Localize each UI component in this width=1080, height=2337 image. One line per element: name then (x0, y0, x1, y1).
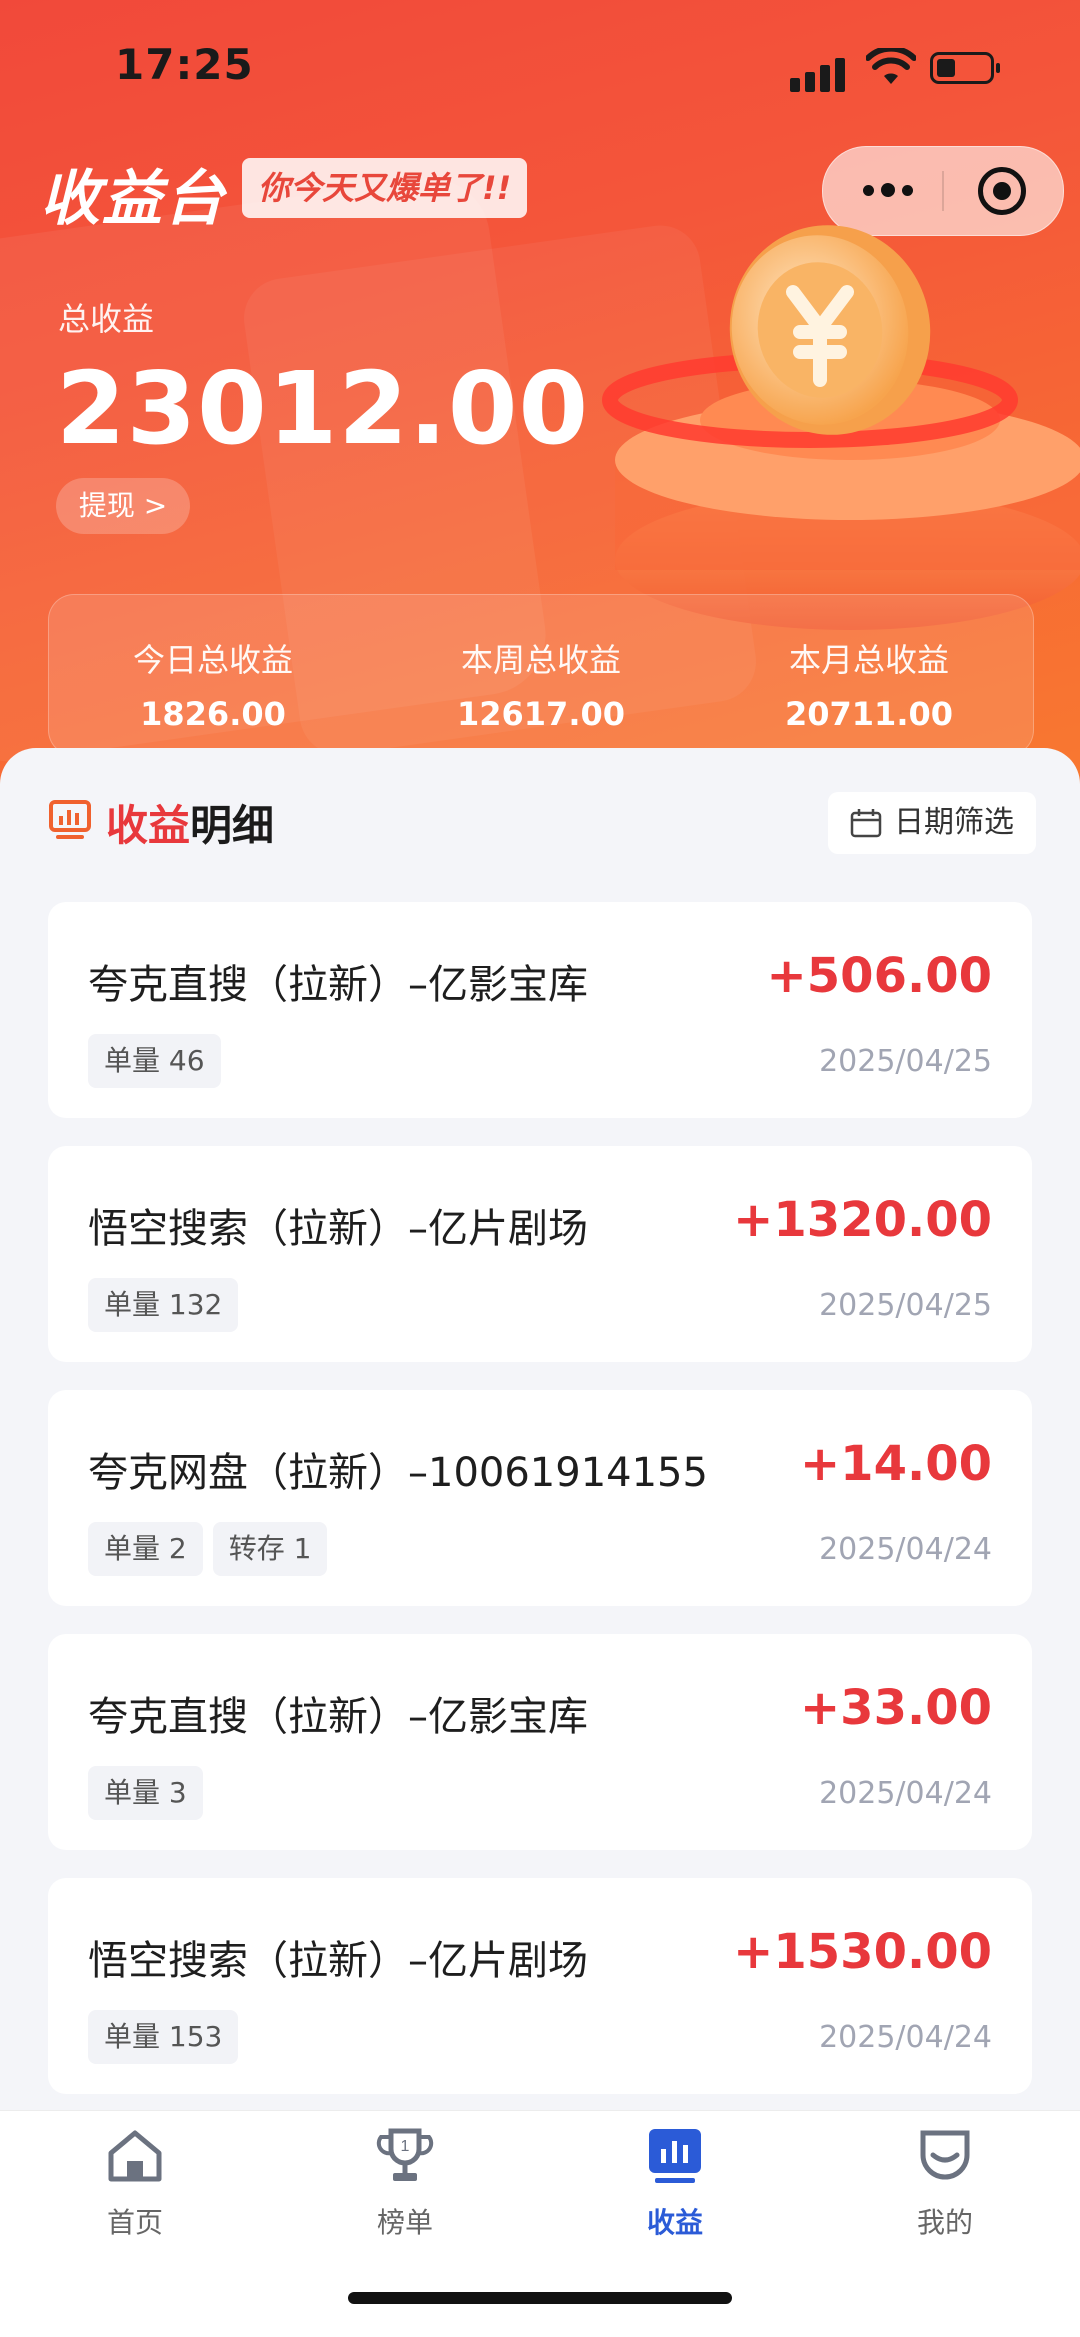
status-bar: 17:25 (0, 0, 1080, 140)
trophy-icon: 1 (376, 2128, 434, 2181)
item-date: 2025/04/24 (819, 1532, 992, 1567)
status-time: 17:25 (115, 40, 254, 89)
tab-label: 榜单 (376, 2206, 433, 2239)
item-date: 2025/04/25 (819, 1288, 992, 1323)
tab-label: 收益 (646, 2206, 703, 2239)
item-tags: 单量 3 (88, 1766, 213, 1820)
item-title: 悟空搜索（拉新）–亿片剧场 (88, 1938, 588, 1984)
wifi-icon (866, 48, 916, 84)
monitor-chart-icon (49, 800, 91, 839)
date-filter-label: 日期筛选 (894, 805, 1014, 840)
item-amount: +1320.00 (733, 1192, 992, 1248)
capsule-divider (942, 171, 944, 211)
close-target-icon[interactable] (978, 167, 1026, 215)
item-title: 悟空搜索（拉新）–亿片剧场 (88, 1206, 588, 1252)
item-tags: 单量 153 (88, 2010, 248, 2064)
item-date: 2025/04/24 (819, 1776, 992, 1811)
tab-earnings[interactable]: 收益 (540, 2123, 810, 2241)
tab-label: 我的 (916, 2206, 973, 2239)
details-title-highlight: 收益 (106, 801, 191, 850)
earnings-list-item[interactable]: 夸克直搜（拉新）–亿影宝库 +506.00 单量 46 2025/04/25 (48, 902, 1032, 1118)
item-date: 2025/04/25 (819, 1044, 992, 1079)
item-amount: +506.00 (766, 948, 992, 1004)
earnings-page: 17:25 收益台 你今天又爆单了!! 总收益 23012.00 提现 > 今日… (0, 0, 1080, 2337)
summary-today: 今日总收益 1826.00 (49, 635, 377, 733)
profile-smile-icon (920, 2130, 970, 2180)
battery-icon (930, 52, 1000, 84)
svg-text:1: 1 (401, 2138, 410, 2155)
total-earnings-label: 总收益 (58, 300, 155, 338)
summary-month: 本月总收益 20711.00 (705, 635, 1033, 733)
earnings-list: 夸克直搜（拉新）–亿影宝库 +506.00 单量 46 2025/04/25 悟空搜索（… (48, 902, 1032, 2122)
details-title: 收益明细 (106, 792, 274, 853)
summary-value: 1826.00 (140, 695, 286, 733)
brand-text: 收益台 (40, 164, 226, 234)
item-date: 2025/04/24 (819, 2020, 992, 2055)
item-tag: 单量 46 (88, 1034, 221, 1088)
item-tag: 单量 153 (88, 2010, 239, 2064)
item-tag: 转存 1 (212, 1522, 328, 1576)
tab-label: 首页 (106, 2206, 163, 2239)
tab-home[interactable]: 首页 (0, 2123, 270, 2241)
item-tag: 单量 132 (88, 1278, 239, 1332)
item-tags: 单量 46 (88, 1034, 231, 1088)
summary-label: 今日总收益 (132, 641, 293, 679)
item-amount: +33.00 (799, 1680, 992, 1736)
item-amount: +1530.00 (733, 1924, 992, 1980)
home-icon (108, 2130, 162, 2182)
summary-label: 本周总收益 (460, 641, 621, 679)
more-dots-icon[interactable] (859, 175, 919, 205)
total-earnings-amount: 23012.00 (56, 350, 590, 467)
item-tags: 单量 2 转存 1 (88, 1522, 337, 1576)
item-title: 夸克直搜（拉新）–亿影宝库 (88, 962, 588, 1008)
brand-title: 收益台 (40, 150, 226, 237)
item-title: 夸克直搜（拉新）–亿影宝库 (88, 1694, 588, 1740)
tab-ranking[interactable]: 1 榜单 (270, 2123, 540, 2241)
home-indicator[interactable] (348, 2292, 732, 2304)
earnings-list-item[interactable]: 夸克直搜（拉新）–亿影宝库 +33.00 单量 3 2025/04/24 (48, 1634, 1032, 1850)
item-tag: 单量 3 (88, 1766, 203, 1820)
date-filter-button[interactable]: 日期筛选 (828, 792, 1036, 854)
calendar-icon (850, 809, 882, 838)
earnings-chart-icon (649, 2129, 701, 2183)
item-title: 夸克网盘（拉新）–10061914155 (88, 1450, 708, 1496)
coin-illustration (602, 225, 1080, 630)
cellular-signal-icon (790, 52, 850, 92)
earnings-list-item[interactable]: 夸克网盘（拉新）–10061914155 +14.00 单量 2 转存 1 2025/0… (48, 1390, 1032, 1606)
item-amount: +14.00 (799, 1436, 992, 1492)
item-tags: 单量 132 (88, 1278, 248, 1332)
details-header: 收益明细 日期筛选 (0, 748, 1080, 898)
summary-value: 12617.00 (456, 695, 625, 733)
withdraw-button[interactable]: 提现 > (56, 478, 190, 534)
earnings-details-panel: 收益明细 日期筛选 夸克直搜（拉新）–亿影宝库 +506.00 单量 46 2025/… (0, 748, 1080, 2128)
slogan-badge: 你今天又爆单了!! (242, 158, 528, 218)
summary-value: 20711.00 (784, 695, 953, 733)
item-tag: 单量 2 (88, 1522, 203, 1576)
summary-card: 今日总收益 1826.00 本周总收益 12617.00 本月总收益 20711… (48, 594, 1034, 756)
earnings-list-item[interactable]: 悟空搜索（拉新）–亿片剧场 +1320.00 单量 132 2025/04/25 (48, 1146, 1032, 1362)
summary-label: 本月总收益 (788, 641, 949, 679)
summary-week: 本周总收益 12617.00 (377, 635, 705, 733)
tab-profile[interactable]: 我的 (810, 2123, 1080, 2241)
earnings-list-item[interactable]: 悟空搜索（拉新）–亿片剧场 +1530.00 单量 153 2025/04/24 (48, 1878, 1032, 2094)
header-banner: 17:25 收益台 你今天又爆单了!! 总收益 23012.00 提现 > 今日… (0, 0, 1080, 820)
details-title-rest: 明细 (190, 801, 275, 850)
